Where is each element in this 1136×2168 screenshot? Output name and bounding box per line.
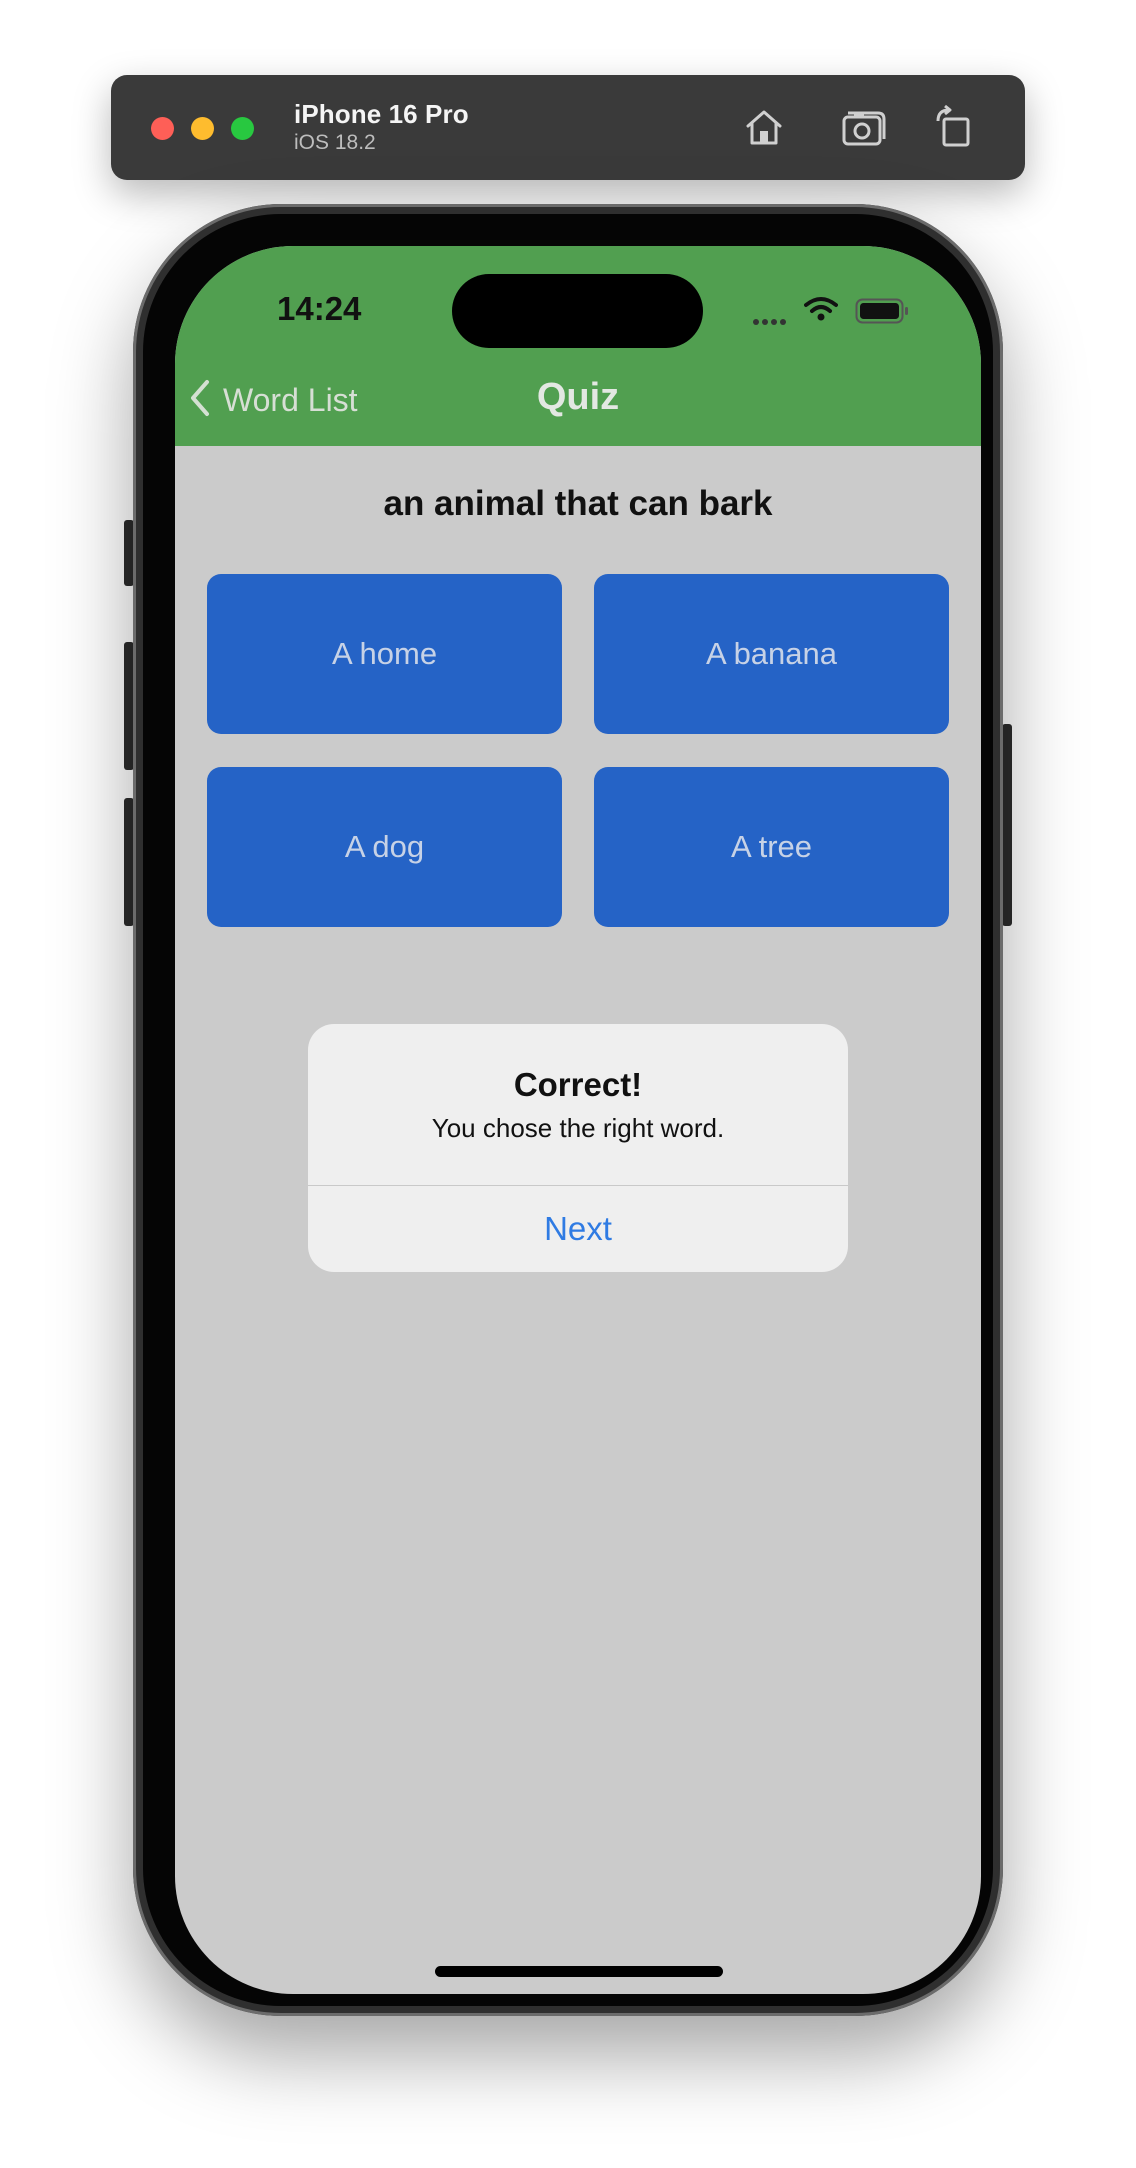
simulator-toolbar: iPhone 16 Pro iOS 18.2 — [111, 75, 1025, 180]
phone-screen: 14:24 Word List Quiz an animal that can … — [175, 246, 981, 1994]
status-time: 14:24 — [277, 290, 362, 327]
answer-label: A dog — [344, 829, 425, 864]
home-indicator[interactable] — [435, 1966, 723, 1977]
next-button[interactable]: Next — [308, 1186, 848, 1272]
dynamic-island — [452, 274, 703, 348]
answer-button-4[interactable]: A tree — [594, 767, 949, 927]
device-name: iPhone 16 Pro — [294, 99, 469, 129]
answer-label: A tree — [731, 829, 812, 864]
alert-message: You chose the right word. — [431, 1113, 725, 1143]
zoom-window-button[interactable] — [231, 117, 254, 140]
quiz-question: an animal that can bark — [383, 484, 773, 523]
phone-bezel: 14:24 Word List Quiz an animal that can … — [143, 214, 993, 2006]
phone-frame: 14:24 Word List Quiz an animal that can … — [133, 204, 1003, 2016]
wifi-icon — [804, 296, 838, 327]
alert-title: Correct! — [513, 1066, 643, 1103]
cellular-signal-icon — [753, 312, 789, 330]
alert-dialog: Correct! You chose the right word. Next — [308, 1024, 848, 1272]
page-title: Quiz — [536, 376, 620, 418]
answer-label: A banana — [705, 636, 838, 671]
answer-button-1[interactable]: A home — [207, 574, 562, 734]
battery-icon — [855, 298, 909, 329]
rotate-icon[interactable] — [928, 101, 980, 153]
answer-button-2[interactable]: A banana — [594, 574, 949, 734]
answer-button-3[interactable]: A dog — [207, 767, 562, 927]
close-window-button[interactable] — [151, 117, 174, 140]
minimize-window-button[interactable] — [191, 117, 214, 140]
os-version: iOS 18.2 — [294, 131, 376, 154]
power-button — [1002, 724, 1012, 926]
home-icon[interactable] — [738, 101, 790, 153]
answer-label: A home — [331, 636, 438, 671]
screenshot-icon[interactable] — [837, 101, 889, 153]
